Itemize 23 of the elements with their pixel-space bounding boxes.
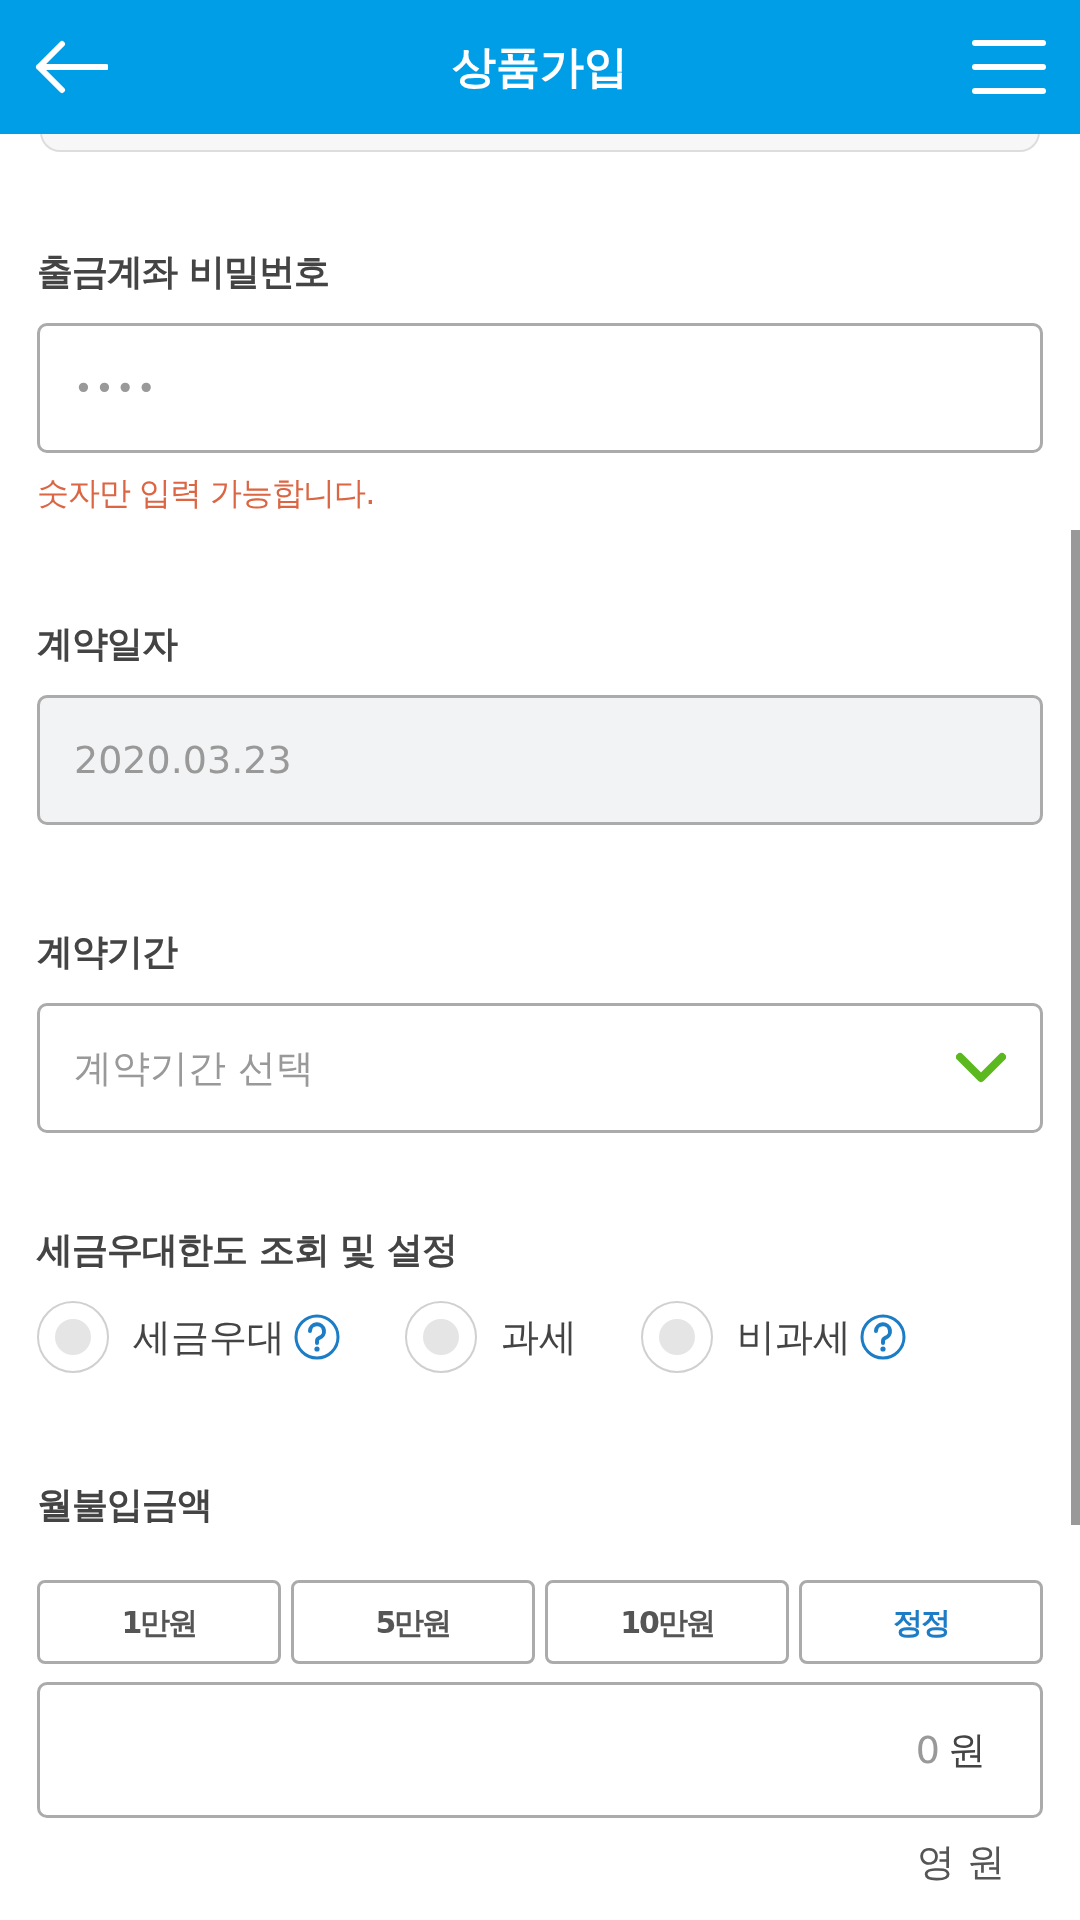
chevron-down-icon — [956, 1052, 1006, 1084]
error-message: 숫자만 입력 가능합니다. — [37, 473, 376, 514]
radio-label[interactable]: 과세 — [501, 1308, 577, 1366]
radio-label[interactable]: 세금우대 — [133, 1308, 285, 1366]
unit-label: 원 — [948, 1726, 986, 1774]
page-title: 상품가입 — [452, 40, 628, 94]
field-label: 계약일자 — [37, 622, 179, 666]
amount-button[interactable]: 1만원 — [37, 1580, 281, 1664]
help-icon[interactable] — [293, 1313, 341, 1361]
amount-button[interactable]: 10만원 — [545, 1580, 789, 1664]
help-icon[interactable] — [859, 1313, 907, 1361]
reset-button[interactable]: 정정 — [799, 1580, 1043, 1664]
field-label: 세금우대한도 조회 및 설정 — [37, 1228, 458, 1272]
back-arrow-icon[interactable] — [34, 40, 108, 94]
menu-icon[interactable] — [972, 39, 1046, 95]
field-label: 출금계좌 비밀번호 — [37, 250, 330, 294]
amount-field[interactable]: 0 원 — [37, 1682, 1043, 1818]
field-label: 월불입금액 — [37, 1483, 213, 1527]
amount-in-words: 영 원 — [915, 1839, 1006, 1886]
field-label: 계약기간 — [37, 930, 179, 974]
radio-label[interactable]: 비과세 — [737, 1308, 851, 1366]
amount-button[interactable]: 5만원 — [291, 1580, 535, 1664]
date-field: 2020.03.23 — [37, 695, 1043, 825]
